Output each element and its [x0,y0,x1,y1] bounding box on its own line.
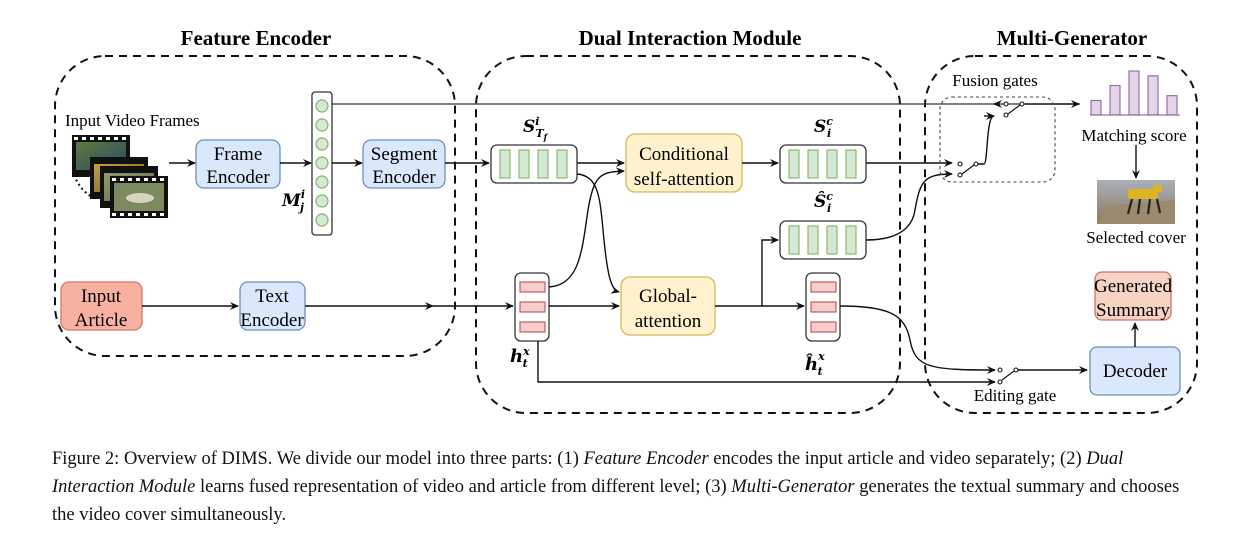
frame-encoder-label-1: Frame [214,144,263,165]
ga-label-1: Global- [639,286,697,307]
editing-gate-label: Editing gate [974,386,1057,405]
matching-score-bar [1166,95,1178,116]
text-encoder-label-1: Text [255,286,289,307]
symbol-h-x: hx t [510,345,530,370]
section-title-dual-interaction: Dual Interaction Module [579,26,802,50]
s-hat-c-vector [779,220,867,260]
caption-feature-encoder: Feature Encoder [583,449,709,469]
caption-text-1: Figure 2: Overview of DIMS. We divide ou… [52,449,584,469]
fusion-gates-box [939,96,1056,183]
curve-h-hat-to-editing-gate [839,305,996,374]
caption-text-2: encodes the input article and video sepa… [708,449,1087,469]
arrow-ga-to-s-hat-c [761,236,779,306]
caption-multi-generator: Multi-Generator [731,477,855,497]
conditional-self-attention-node: Conditional self-attention [625,133,743,193]
curve-h-to-csa [548,167,625,288]
text-encoder-label-2: Encoder [240,310,304,331]
decoder-label: Decoder [1103,361,1168,382]
segment-encoder-label-2: Encoder [372,167,436,188]
section-title-feature-encoder: Feature Encoder [181,26,332,50]
text-encoder-node: Text Encoder [239,281,306,331]
matching-score-chart [1090,70,1178,116]
dims-architecture-diagram: Feature Encoder Dual Interaction Module … [54,26,1198,414]
video-frames-icon [72,135,168,218]
editing-gate-switch [997,367,1019,385]
input-article-label-1: Input [81,286,122,307]
symbol-h-hat-x: ĥx t [805,350,825,378]
input-article-label-2: Article [75,310,128,331]
m-feature-vector [311,91,333,236]
matching-score-bar [1090,99,1102,116]
curve-stf-to-ga [576,173,620,294]
frame-encoder-node: Frame Encoder [195,139,281,189]
input-video-frames-label: Input Video Frames [65,111,200,130]
s-c-vector [779,144,867,184]
segment-encoder-label-1: Segment [371,144,438,165]
generated-summary-label-1: Generated [1094,276,1173,297]
csa-label-1: Conditional [639,144,729,165]
h-hat-x-vector [805,272,841,342]
s-tf-vector [490,144,578,184]
fusion-gates-label: Fusion gates [952,71,1037,90]
section-title-multi-generator: Multi-Generator [997,26,1147,50]
fusion-gate-lower-switch [957,161,979,178]
line-h-to-editing-gate [537,341,996,386]
matching-score-bar [1147,75,1159,116]
matching-score-label: Matching score [1081,126,1186,145]
generated-summary-label-2: Summary [1096,300,1170,321]
curve-s-hat-c-to-fusion [865,170,953,241]
symbol-s-hat-c: Ŝc i [814,190,833,215]
generated-summary-node: Generated Summary [1094,271,1173,321]
global-attention-node: Global- attention [620,276,716,336]
matching-score-bar [1128,70,1140,116]
ga-label-2: attention [635,311,702,332]
frame-encoder-label-2: Encoder [206,167,270,188]
csa-label-2: self-attention [634,169,735,190]
h-x-vector [514,272,550,342]
decoder-node: Decoder [1089,346,1181,396]
input-article-node: Input Article [60,281,143,331]
symbol-m: Mi j [281,188,305,214]
figure-caption: Figure 2: Overview of DIMS. We divide ou… [52,445,1202,529]
line-lower-gate-to-upper [978,115,995,165]
selected-cover-image [1097,180,1175,224]
symbol-s-c: Sc i [814,115,833,140]
segment-encoder-node: Segment Encoder [362,139,446,189]
selected-cover-label: Selected cover [1086,228,1186,247]
matching-score-bar [1109,84,1121,116]
symbol-s-tf: Si Tf [523,115,549,142]
caption-text-3: learns fused representation of video and… [195,477,732,497]
